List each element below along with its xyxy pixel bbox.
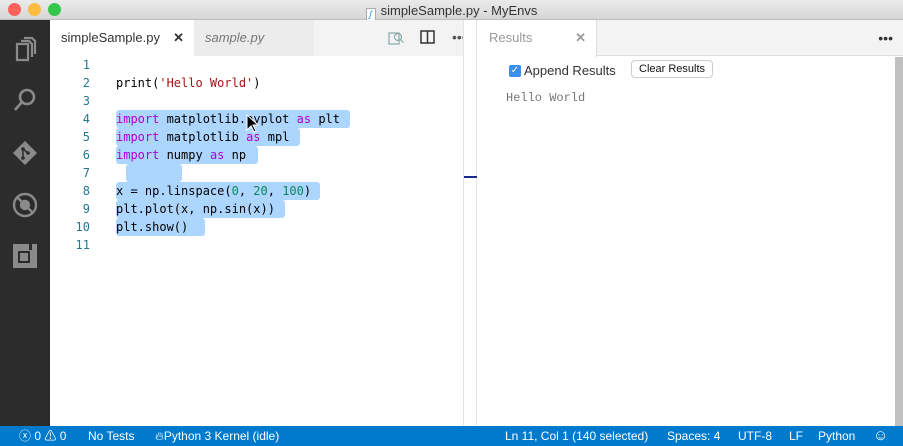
append-results-checkbox[interactable]: ✓ Append Results (509, 63, 616, 78)
tab-label: Results (489, 30, 533, 45)
title-bar: ʃ simpleSample.py - MyEnvs (0, 0, 903, 21)
language-mode[interactable]: Python (818, 426, 855, 446)
activity-bar (0, 20, 50, 426)
line-number: 4 (82, 112, 90, 126)
selection-highlight (126, 164, 182, 182)
window-title: ʃ simpleSample.py - MyEnvs (0, 3, 903, 21)
kernel-status[interactable]: 🔥︎Python 3 Kernel (idle) (155, 426, 279, 446)
tab-results[interactable]: Results ✕ (477, 20, 597, 57)
editor-tab-bar: simpleSample.py ✕ sample.py ••• (50, 20, 467, 56)
split-editor-icon[interactable] (420, 30, 435, 44)
line-number: 11 (75, 238, 90, 252)
code-line[interactable]: import matplotlib.pyplot as plt (116, 110, 340, 128)
close-tab-icon[interactable]: ✕ (575, 20, 586, 56)
checkbox-checked-icon[interactable]: ✓ (509, 64, 521, 77)
debug-icon[interactable] (11, 191, 39, 219)
code-line[interactable]: plt.plot(x, np.sin(x)) (116, 200, 275, 218)
line-number: 3 (82, 94, 90, 108)
kernel-label: Python 3 Kernel (idle) (163, 429, 280, 443)
minimap-overview-ruler (463, 20, 477, 426)
line-number: 7 (82, 166, 90, 180)
extensions-icon[interactable] (11, 242, 39, 270)
line-number: 8 (82, 184, 90, 198)
code-line[interactable]: import matplotlib as mpl (116, 128, 289, 146)
more-actions-icon[interactable]: ••• (878, 30, 893, 46)
code-line[interactable]: import numpy as np (116, 146, 246, 164)
code-line[interactable]: print('Hello World') (116, 74, 261, 92)
code-editor[interactable]: 1 2 print('Hello World') 3 4 import matplotli… (50, 56, 463, 426)
tests-status[interactable]: No Tests (88, 426, 134, 446)
results-tab-bar: Results ✕ ••• (477, 20, 903, 57)
tab-label: sample.py (205, 30, 265, 45)
warning-count: 0 (59, 429, 67, 443)
line-number: 2 (82, 76, 90, 90)
indentation[interactable]: Spaces: 4 (667, 426, 720, 446)
open-preview-icon[interactable] (388, 30, 404, 46)
encoding[interactable]: UTF-8 (738, 426, 772, 446)
results-output: Hello World (506, 91, 586, 105)
append-results-label: Append Results (524, 63, 616, 78)
line-number: 1 (82, 58, 90, 72)
code-line[interactable]: x = np.linspace(0, 20, 100) (116, 182, 311, 200)
clear-results-button[interactable]: Clear Results (631, 60, 714, 78)
code-line[interactable]: plt.show() (116, 218, 188, 236)
mouse-cursor-icon (246, 114, 260, 133)
cursor-position[interactable]: Ln 11, Col 1 (140 selected) (505, 426, 648, 446)
tab-label: simpleSample.py (61, 30, 160, 45)
git-icon[interactable] (11, 139, 39, 167)
line-number: 5 (82, 130, 90, 144)
cursor-position-marker (464, 176, 477, 178)
close-tab-icon[interactable]: ✕ (173, 20, 184, 56)
status-bar: ⓧ 0 ⚠ 0 No Tests 🔥︎Python 3 Kernel (idle… (0, 426, 903, 446)
results-panel: ✓ Append Results Clear Results Hello Worl… (477, 57, 895, 426)
files-icon[interactable] (11, 35, 39, 63)
feedback-smiley-icon[interactable]: ☺ (873, 426, 888, 446)
line-ending[interactable]: LF (789, 426, 803, 446)
search-icon[interactable] (11, 86, 39, 114)
window-title-text: simpleSample.py - MyEnvs (380, 3, 538, 18)
flame-icon: 🔥︎ (155, 429, 164, 443)
line-number: 10 (75, 220, 90, 234)
line-number: 6 (82, 148, 90, 162)
tab-simplesample[interactable]: simpleSample.py ✕ (50, 20, 194, 56)
line-number: 9 (82, 202, 90, 216)
tab-sample[interactable]: sample.py (194, 20, 314, 56)
results-scrollbar[interactable] (895, 57, 903, 426)
problems-indicator[interactable]: ⓧ 0 ⚠ 0 (19, 426, 66, 446)
error-count: 0 (34, 429, 42, 443)
